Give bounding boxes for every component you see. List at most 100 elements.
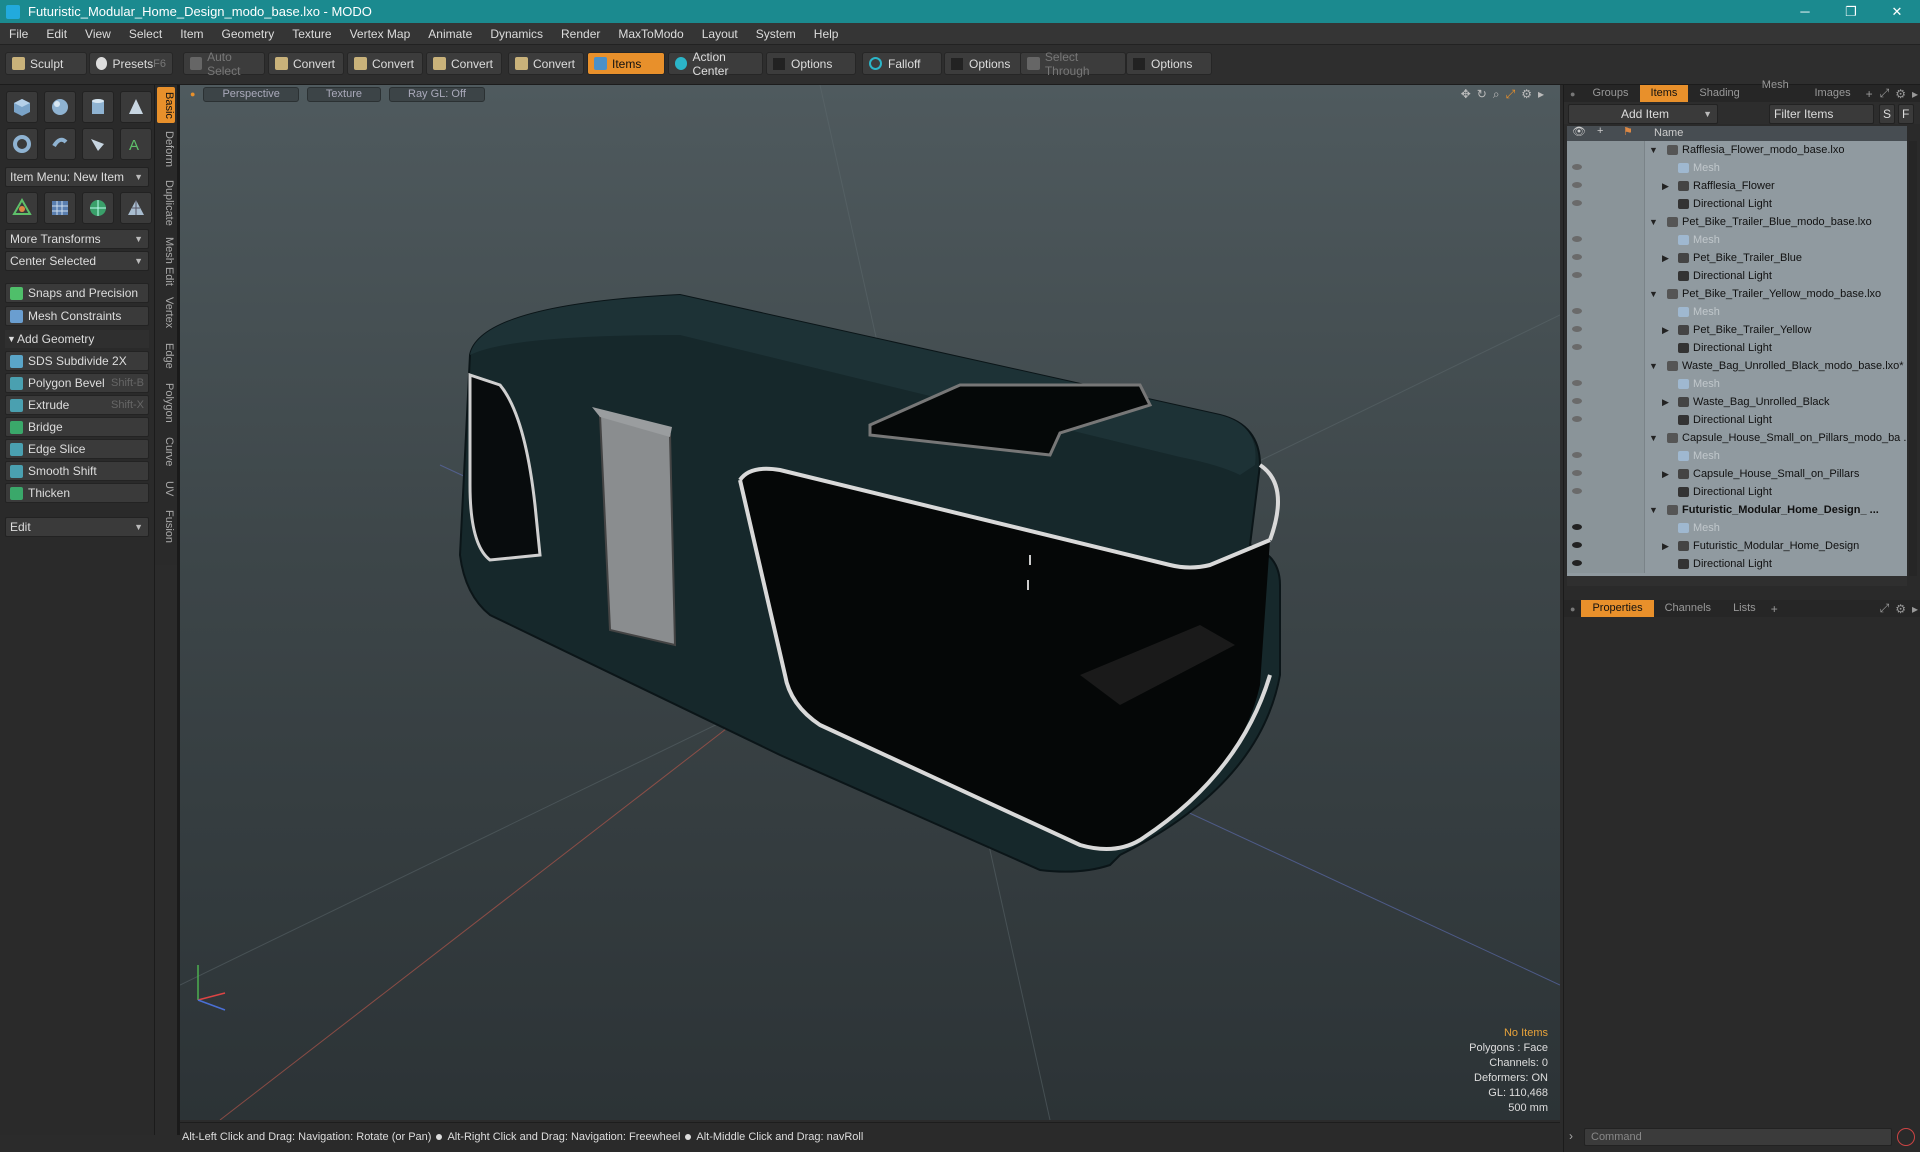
presets-button[interactable]: Presets F6 <box>89 52 173 75</box>
action-center-button[interactable]: Action Center <box>668 50 763 78</box>
visibility-eye-icon[interactable] <box>1572 308 1582 314</box>
tab-fusion[interactable]: Fusion <box>157 507 175 547</box>
menu-animate[interactable]: Animate <box>419 27 481 41</box>
edit-dropdown[interactable]: Edit ▼ <box>5 517 149 537</box>
expand-toggle-icon[interactable]: ▼ <box>1649 141 1658 159</box>
visibility-eye-icon[interactable] <box>1572 200 1582 206</box>
select-through-button[interactable]: Select Through <box>1020 50 1126 78</box>
menu-select[interactable]: Select <box>120 27 171 41</box>
gear-icon[interactable]: ⚙ <box>1892 602 1909 616</box>
gear-icon[interactable]: ⚙ <box>1892 87 1909 101</box>
visibility-eye-icon[interactable] <box>1572 344 1582 350</box>
item-list-row-group[interactable]: ▶ Waste_Bag_Unrolled_Black <box>1567 393 1907 411</box>
menu-layout[interactable]: Layout <box>693 27 747 41</box>
lock-column-icon[interactable]: + <box>1597 125 1603 137</box>
item-list-row-mesh[interactable]: Mesh <box>1567 303 1907 321</box>
items-mode-button[interactable]: Items <box>587 52 665 75</box>
expand-panel-icon[interactable]: ⤢ <box>1877 86 1893 101</box>
visibility-eye-icon[interactable] <box>1572 560 1582 566</box>
visibility-eye-icon[interactable] <box>1572 272 1582 278</box>
tab-duplicate[interactable]: Duplicate <box>157 177 175 229</box>
item-list-row-scene[interactable]: ▼ Pet_Bike_Trailer_Yellow_modo_base.lxo <box>1567 285 1907 303</box>
tab-images[interactable]: Images <box>1804 85 1862 102</box>
falloff-options-button[interactable]: Options <box>944 52 1022 75</box>
add-tab-icon[interactable]: + <box>1767 602 1782 616</box>
tab-channels[interactable]: Channels <box>1654 600 1722 617</box>
grid-icon[interactable] <box>44 192 76 224</box>
visibility-eye-icon[interactable] <box>1572 236 1582 242</box>
bridge-button[interactable]: Bridge <box>5 417 149 437</box>
f-toggle-button[interactable]: F <box>1898 104 1914 124</box>
globe-icon[interactable] <box>82 192 114 224</box>
expand-toggle-icon[interactable]: ▼ <box>1649 285 1658 303</box>
command-input[interactable]: Command <box>1584 1128 1892 1146</box>
menu-dynamics[interactable]: Dynamics <box>481 27 552 41</box>
menu-texture[interactable]: Texture <box>283 27 340 41</box>
menu-file[interactable]: File <box>0 27 37 41</box>
add-geometry-section[interactable]: ▼ Add Geometry <box>5 330 149 348</box>
item-list-row-mesh[interactable]: Mesh <box>1567 159 1907 177</box>
item-list-vscroll[interactable] <box>1909 141 1917 576</box>
panel-menu-icon[interactable]: ● <box>1564 604 1581 614</box>
visibility-eye-icon[interactable] <box>1572 326 1582 332</box>
shading-mode-button[interactable]: Texture <box>306 87 381 102</box>
item-list-row-mesh[interactable]: Mesh <box>1567 447 1907 465</box>
zoom-view-icon[interactable]: ⌕ <box>1493 87 1500 102</box>
menu-maxtomodo[interactable]: MaxToModo <box>609 27 692 41</box>
view-type-button[interactable]: Perspective <box>203 87 299 102</box>
snaps-precision-button[interactable]: Snaps and Precision <box>5 283 149 303</box>
visibility-column-icon[interactable]: 👁 <box>1572 125 1586 138</box>
falloff-button[interactable]: Falloff <box>862 52 942 75</box>
item-list-row-scene[interactable]: ▼ Pet_Bike_Trailer_Blue_modo_base.lxo <box>1567 213 1907 231</box>
tab-lists[interactable]: Lists <box>1722 600 1767 617</box>
expand-toggle-icon[interactable]: ▼ <box>1649 501 1658 519</box>
visibility-eye-icon[interactable] <box>1572 254 1582 260</box>
expand-toggle-icon[interactable]: ▼ <box>1649 429 1658 447</box>
item-list-row-light[interactable]: Directional Light <box>1567 411 1907 429</box>
expand-toggle-icon[interactable]: ▶ <box>1662 393 1669 411</box>
mesh-constraints-button[interactable]: Mesh Constraints <box>5 306 149 326</box>
convert-polygon-button[interactable]: Convert <box>426 52 502 75</box>
tab-polygon[interactable]: Polygon <box>157 379 175 427</box>
rotate-view-icon[interactable]: ↻ <box>1477 87 1487 102</box>
item-list-row-mesh[interactable]: Mesh <box>1567 519 1907 537</box>
minimize-icon[interactable]: ─ <box>1782 0 1828 23</box>
viewport-settings-icon[interactable]: ⚙ <box>1521 87 1532 102</box>
item-list[interactable]: ▼ Rafflesia_Flower_modo_base.lxo Mesh ▶ Raff… <box>1567 141 1907 576</box>
tab-items[interactable]: Items <box>1639 85 1689 102</box>
more-transforms-dropdown[interactable]: More Transforms ▼ <box>5 229 149 249</box>
record-icon[interactable] <box>1897 1128 1915 1146</box>
item-list-row-group[interactable]: ▶ Capsule_House_Small_on_Pillars <box>1567 465 1907 483</box>
visibility-eye-icon[interactable] <box>1572 488 1582 494</box>
select-through-options-button[interactable]: Options <box>1126 52 1212 75</box>
menu-geometry[interactable]: Geometry <box>213 27 284 41</box>
visibility-eye-icon[interactable] <box>1572 452 1582 458</box>
convert-material-button[interactable]: Convert <box>508 52 584 75</box>
tab-vertex[interactable]: Vertex <box>157 293 175 333</box>
panel-menu-icon[interactable]: ● <box>1564 89 1581 99</box>
pyramid-icon[interactable] <box>120 192 152 224</box>
item-list-row-group[interactable]: ▶ Pet_Bike_Trailer_Yellow <box>1567 321 1907 339</box>
viewport-expand-icon[interactable]: ▸ <box>1538 87 1544 102</box>
menu-help[interactable]: Help <box>805 27 848 41</box>
item-menu-dropdown[interactable]: Item Menu: New Item ▼ <box>5 167 149 187</box>
cone-icon[interactable] <box>120 91 152 123</box>
menu-view[interactable]: View <box>76 27 120 41</box>
thicken-button[interactable]: Thicken <box>5 483 149 503</box>
item-list-row-scene[interactable]: ▼ Capsule_House_Small_on_Pillars_modo_ba … <box>1567 429 1907 447</box>
item-list-row-scene[interactable]: ▼ Futuristic_Modular_Home_Design_ ... <box>1567 501 1907 519</box>
extrude-button[interactable]: Extrude Shift-X <box>5 395 149 415</box>
render-column-icon[interactable]: ⚑ <box>1623 125 1633 138</box>
sculpt-button[interactable]: Sculpt <box>5 52 87 75</box>
options-checkbox[interactable] <box>951 57 963 70</box>
expand-toggle-icon[interactable]: ▶ <box>1662 249 1669 267</box>
tab-edge[interactable]: Edge <box>157 339 175 373</box>
item-list-row-light[interactable]: Directional Light <box>1567 267 1907 285</box>
expand-toggle-icon[interactable]: ▼ <box>1649 213 1658 231</box>
tab-groups[interactable]: Groups <box>1581 85 1639 102</box>
expand-toggle-icon[interactable]: ▼ <box>1649 357 1658 375</box>
menu-vertex-map[interactable]: Vertex Map <box>341 27 420 41</box>
menu-edit[interactable]: Edit <box>37 27 76 41</box>
panel-arrow-icon[interactable]: ▸ <box>1909 87 1920 101</box>
tab-basic[interactable]: Basic <box>157 87 175 123</box>
